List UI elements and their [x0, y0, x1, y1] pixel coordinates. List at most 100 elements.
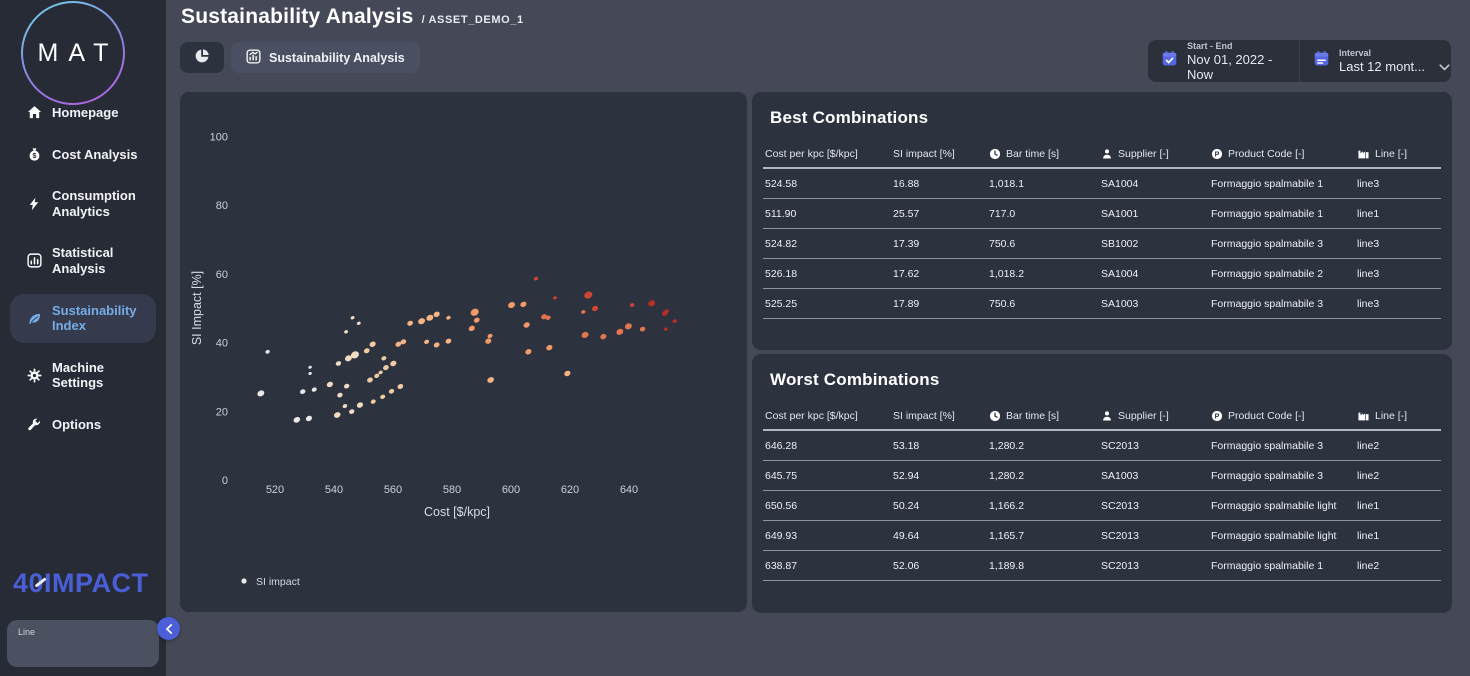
leaf-icon — [26, 311, 42, 326]
table-cell: SC2013 — [1101, 440, 1211, 452]
svg-text:Cost [$/kpc]: Cost [$/kpc] — [424, 505, 490, 519]
line-legend-panel: Line — [7, 620, 159, 667]
sidebar-item-statistical-analysis[interactable]: Statistical Analysis — [10, 236, 156, 285]
svg-text:60: 60 — [216, 269, 228, 281]
svg-text:80: 80 — [216, 200, 228, 212]
money-bag-icon: $ — [26, 147, 42, 162]
svg-text:100: 100 — [210, 131, 228, 143]
sidebar-item-label: Cost Analysis — [52, 147, 138, 163]
table-row: 646.2853.181,280.2SC2013Formaggio spalma… — [763, 431, 1441, 461]
product-code-icon: P — [1211, 148, 1223, 160]
best-combinations-title: Best Combinations — [752, 92, 1452, 128]
table-cell: 1,018.1 — [989, 178, 1101, 190]
table-cell: Formaggio spalmabile 3 — [1211, 440, 1357, 452]
tab-overview[interactable] — [180, 42, 224, 73]
sidebar-item-label: Homepage — [52, 105, 118, 121]
table-cell: line2 — [1357, 560, 1439, 572]
table-cell: 1,280.2 — [989, 470, 1101, 482]
table-cell: 645.75 — [765, 470, 893, 482]
worst-combinations-card: Worst Combinations Cost per kpc [$/kpc]S… — [752, 354, 1452, 613]
tab-sustainability-analysis[interactable]: Sustainability Analysis — [231, 42, 420, 73]
table-cell: 525.25 — [765, 298, 893, 310]
interval-select[interactable]: Interval Last 12 mont... — [1300, 48, 1451, 74]
table-row: 524.5816.881,018.1SA1004Formaggio spalma… — [763, 169, 1441, 199]
svg-text:P: P — [1215, 412, 1220, 420]
table-cell: 50.24 — [893, 500, 989, 512]
table-cell: 1,165.7 — [989, 530, 1101, 542]
table-row: 645.7552.941,280.2SA1003Formaggio spalma… — [763, 461, 1441, 491]
date-range-value: Nov 01, 2022 - Now — [1187, 52, 1299, 82]
table-cell: Formaggio spalmabile 1 — [1211, 178, 1357, 190]
svg-text:$: $ — [32, 153, 36, 160]
sidebar: MAT Homepage $ Cost Analysis Consumption… — [0, 0, 166, 676]
calendar-interval-icon — [1313, 50, 1330, 72]
table-cell: 25.57 — [893, 208, 989, 220]
brand-logo-text: 40IMPACT — [13, 568, 149, 598]
table-cell: SB1002 — [1101, 238, 1211, 250]
column-header: PProduct Code [-] — [1211, 410, 1357, 422]
svg-text:SI impact: SI impact — [256, 576, 300, 588]
table-cell: SA1001 — [1101, 208, 1211, 220]
table-cell: 1,189.8 — [989, 560, 1101, 572]
svg-text:P: P — [1215, 150, 1220, 158]
column-header: SI impact [%] — [893, 410, 989, 422]
column-header: Cost per kpc [$/kpc] — [765, 148, 893, 160]
svg-text:0: 0 — [222, 475, 228, 487]
table-cell: Formaggio spalmabile light — [1211, 530, 1357, 542]
table-cell: 17.89 — [893, 298, 989, 310]
sidebar-item-label: Sustainability Index — [52, 303, 148, 334]
page-title: Sustainability Analysis / ASSET_DEMO_1 — [181, 5, 524, 29]
brand-logo: 40IMPACT — [13, 568, 149, 599]
table-cell: 526.18 — [765, 268, 893, 280]
sidebar-item-machine-settings[interactable]: Machine Settings — [10, 351, 156, 400]
best-combinations-card: Best Combinations Cost per kpc [$/kpc]SI… — [752, 92, 1452, 350]
table-cell: 511.90 — [765, 208, 893, 220]
app-logo-text: MAT — [28, 39, 119, 68]
table-cell: SA1004 — [1101, 178, 1211, 190]
table-cell: 646.28 — [765, 440, 893, 452]
table-cell: line3 — [1357, 268, 1439, 280]
table-cell: 53.18 — [893, 440, 989, 452]
table-cell: 717.0 — [989, 208, 1101, 220]
pie-chart-icon — [194, 48, 210, 67]
factory-line-icon — [1357, 147, 1370, 160]
tab-label: Sustainability Analysis — [269, 51, 405, 65]
table-cell: line1 — [1357, 530, 1439, 542]
table-cell: 16.88 — [893, 178, 989, 190]
line-legend-label: Line — [18, 627, 35, 637]
bolt-icon — [26, 197, 42, 211]
table-cell: 638.87 — [765, 560, 893, 572]
clock-icon — [989, 148, 1001, 160]
worst-combinations-title: Worst Combinations — [752, 354, 1452, 390]
product-code-icon: P — [1211, 410, 1223, 422]
table-cell: SA1004 — [1101, 268, 1211, 280]
table-cell: SA1003 — [1101, 470, 1211, 482]
svg-text:600: 600 — [502, 484, 520, 496]
table-cell: SC2013 — [1101, 530, 1211, 542]
sidebar-item-homepage[interactable]: Homepage — [10, 96, 156, 130]
table-cell: Formaggio spalmabile 1 — [1211, 208, 1357, 220]
svg-text:560: 560 — [384, 484, 402, 496]
table-cell: 649.93 — [765, 530, 893, 542]
si-impact-chart-card: 020406080100520540560580600620640Cost [$… — [180, 92, 747, 612]
date-range-picker[interactable]: Start - End Nov 01, 2022 - Now — [1148, 41, 1299, 82]
collapse-sidebar-button[interactable] — [157, 617, 180, 640]
table-cell: 750.6 — [989, 298, 1101, 310]
table-row: 649.9349.641,165.7SC2013Formaggio spalma… — [763, 521, 1441, 551]
table-cell: SC2013 — [1101, 560, 1211, 572]
sidebar-item-options[interactable]: Options — [10, 408, 156, 442]
table-cell: 52.06 — [893, 560, 989, 572]
svg-text:SI Impact [%]: SI Impact [%] — [190, 271, 204, 345]
svg-text:540: 540 — [325, 484, 343, 496]
home-icon — [26, 105, 42, 120]
best-combinations-table: Cost per kpc [$/kpc]SI impact [%]Bar tim… — [763, 140, 1441, 319]
table-cell: Formaggio spalmabile 3 — [1211, 470, 1357, 482]
table-cell: 52.94 — [893, 470, 989, 482]
sidebar-item-cost-analysis[interactable]: $ Cost Analysis — [10, 138, 156, 172]
table-cell: 17.62 — [893, 268, 989, 280]
stats-chart-icon — [26, 253, 42, 268]
sidebar-item-consumption-analytics[interactable]: Consumption Analytics — [10, 179, 156, 228]
table-cell: line3 — [1357, 178, 1439, 190]
chevron-down-icon[interactable] — [1439, 59, 1450, 74]
sidebar-item-sustainability-index[interactable]: Sustainability Index — [10, 294, 156, 343]
